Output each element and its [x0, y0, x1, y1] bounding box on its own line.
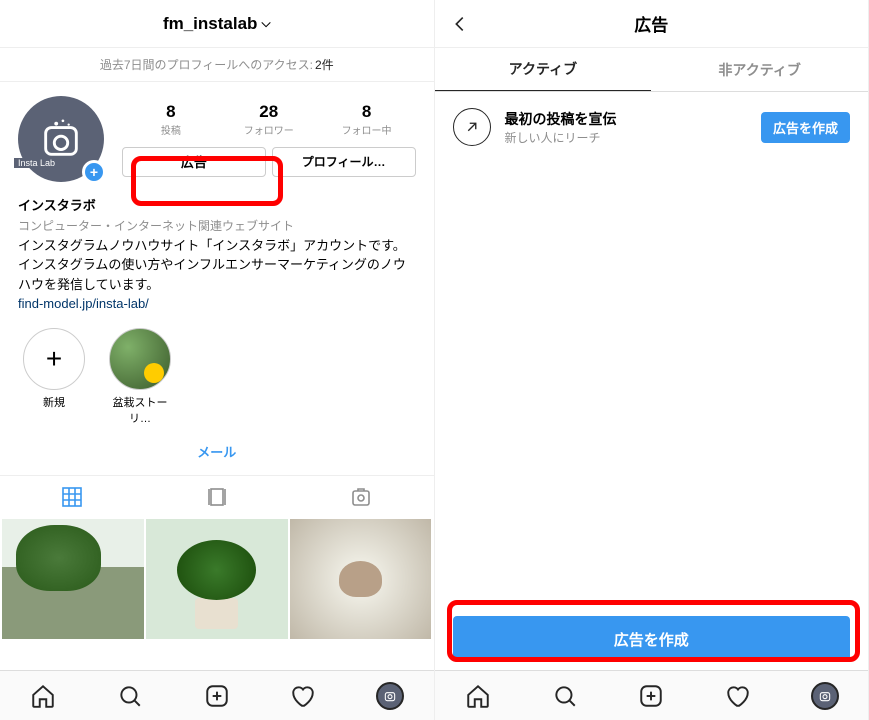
followers-stat[interactable]: 28 フォロワー [220, 102, 318, 137]
promote-first-post-row[interactable]: 最初の投稿を宣伝 新しい人にリーチ 広告を作成 [435, 92, 869, 162]
search-nav[interactable] [521, 671, 608, 720]
highlight-new[interactable]: + 新規 [18, 328, 90, 426]
following-stat[interactable]: 8 フォロー中 [318, 102, 416, 137]
profile-nav[interactable] [347, 671, 434, 720]
add-post-nav[interactable] [608, 671, 695, 720]
followers-count: 28 [220, 102, 318, 122]
insights-bar[interactable]: 過去7日間のプロフィールへのアクセス: 2件 [0, 48, 434, 82]
entry-subtitle: 新しい人にリーチ [505, 129, 617, 146]
activity-nav[interactable] [260, 671, 347, 720]
insights-text: 過去7日間のプロフィールへのアクセス: [100, 56, 313, 73]
page-title: 広告 [634, 11, 668, 36]
grid-view-tab[interactable] [0, 476, 145, 519]
back-button[interactable] [449, 0, 471, 48]
following-label: フォロー中 [318, 122, 416, 137]
home-nav[interactable] [435, 671, 522, 720]
post-thumbnail[interactable] [146, 519, 288, 639]
edit-profile-button[interactable]: プロフィール… [272, 147, 416, 177]
highlight-story[interactable]: 盆栽ストーリ… [104, 328, 176, 426]
posts-stat[interactable]: 8 投稿 [122, 102, 220, 137]
posts-label: 投稿 [122, 122, 220, 137]
activity-nav[interactable] [695, 671, 782, 720]
followers-label: フォロワー [220, 122, 318, 137]
search-nav[interactable] [87, 671, 174, 720]
chevron-down-icon: ⌵ [261, 16, 270, 31]
profile-bio-text: インスタグラムノウハウサイト「インスタラボ」アカウントです。インスタグラムの使い… [18, 236, 416, 295]
post-thumbnail[interactable] [2, 519, 144, 639]
avatar-brand-label: Insta Lab [14, 158, 59, 168]
create-ad-big-button[interactable]: 広告を作成 [453, 616, 851, 662]
email-button[interactable]: メール [0, 432, 434, 475]
add-story-badge[interactable]: + [82, 160, 106, 184]
highlight-new-label: 新規 [18, 394, 90, 410]
create-ad-pill-button[interactable]: 広告を作成 [761, 112, 850, 143]
tab-inactive[interactable]: 非アクティブ [651, 48, 868, 91]
insights-count: 2件 [315, 56, 334, 73]
tagged-view-tab[interactable] [289, 476, 434, 519]
username: fm_instalab [163, 14, 257, 34]
profile-nav[interactable] [781, 671, 868, 720]
feed-view-tab[interactable] [145, 476, 290, 519]
highlight-story-label: 盆栽ストーリ… [104, 394, 176, 426]
profile-avatar[interactable]: Insta Lab + [18, 96, 104, 182]
entry-title: 最初の投稿を宣伝 [505, 109, 617, 129]
ad-button[interactable]: 広告 [122, 147, 266, 177]
tab-active[interactable]: アクティブ [435, 48, 652, 91]
highlight-thumbnail [109, 328, 171, 390]
username-dropdown[interactable]: fm_instalab ⌵ [163, 14, 271, 34]
following-count: 8 [318, 102, 416, 122]
plus-icon: + [23, 328, 85, 390]
profile-link[interactable]: find-model.jp/insta-lab/ [18, 294, 416, 314]
arrow-up-right-icon [453, 108, 491, 146]
add-post-nav[interactable] [173, 671, 260, 720]
home-nav[interactable] [0, 671, 87, 720]
profile-name: インスタラボ [18, 196, 416, 216]
posts-count: 8 [122, 102, 220, 122]
post-thumbnail[interactable] [290, 519, 432, 639]
profile-category: コンピューター・インターネット関連ウェブサイト [18, 217, 416, 235]
